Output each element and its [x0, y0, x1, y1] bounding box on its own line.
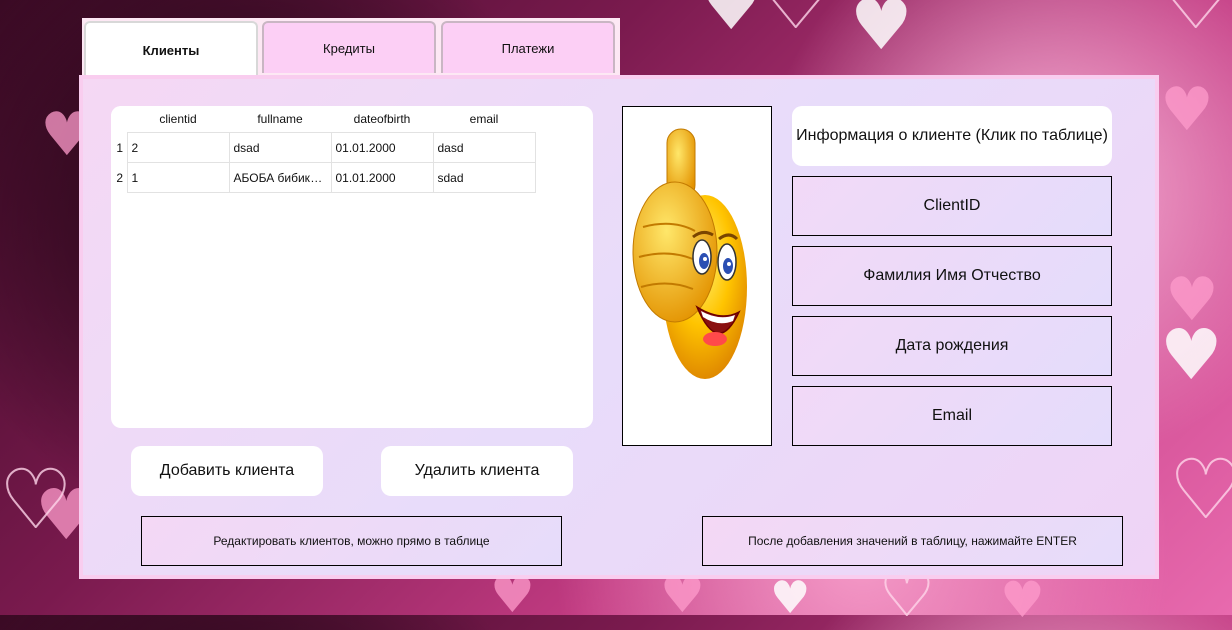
delete-client-button[interactable]: Удалить клиента — [381, 446, 573, 496]
add-client-button[interactable]: Добавить клиента — [131, 446, 323, 496]
edit-hint-label: Редактировать клиентов, можно прямо в та… — [141, 516, 562, 566]
table-cell[interactable]: dasd — [432, 132, 536, 163]
tab-credits[interactable]: Кредиты — [262, 21, 436, 73]
table-cell[interactable]: 01.01.2000 — [330, 132, 434, 163]
table-corner — [111, 106, 127, 133]
client-id-field: ClientID — [792, 176, 1112, 236]
table-cell[interactable]: 2 — [126, 132, 230, 163]
table-cell[interactable]: АБОБА бибика... — [228, 162, 332, 193]
row-number[interactable]: 1 — [111, 133, 127, 163]
heart-icon: ♥ — [700, 0, 763, 46]
heart-icon: ♥ — [1169, 443, 1232, 536]
birth-date-field: Дата рождения — [792, 316, 1112, 376]
column-header-email[interactable]: email — [433, 106, 535, 133]
heart-icon: ♥ — [770, 571, 811, 624]
table-cell[interactable]: dsad — [228, 132, 332, 163]
heart-icon: ♥ — [1000, 571, 1045, 629]
table-cell[interactable]: 1 — [126, 162, 230, 193]
table-row[interactable]: 2 1 АБОБА бибика... 01.01.2000 sdad — [111, 162, 536, 193]
enter-hint-label: После добавления значений в таблицу, наж… — [702, 516, 1123, 566]
heart-icon: ♥ — [850, 0, 913, 66]
heart-icon: ♥ — [1165, 265, 1219, 335]
column-header-dateofbirth[interactable]: dateofbirth — [331, 106, 433, 133]
table-cell[interactable]: 01.01.2000 — [330, 162, 434, 193]
full-name-field: Фамилия Имя Отчество — [792, 246, 1112, 306]
client-info-header: Информация о клиенте (Клик по таблице) — [792, 106, 1112, 166]
client-photo — [622, 106, 772, 446]
clients-panel: clientid fullname dateofbirth email 1 2 … — [79, 75, 1159, 579]
table-cell[interactable]: sdad — [432, 162, 536, 193]
heart-icon: ♥ — [1159, 0, 1232, 41]
column-header-clientid[interactable]: clientid — [127, 106, 229, 133]
heart-icon: ♥ — [759, 0, 833, 41]
table-row[interactable]: 1 2 dsad 01.01.2000 dasd — [111, 132, 536, 163]
row-number[interactable]: 2 — [111, 163, 127, 193]
email-field: Email — [792, 386, 1112, 446]
tab-clients[interactable]: Клиенты — [84, 21, 258, 77]
heart-icon: ♥ — [1160, 75, 1214, 145]
tab-bar: Клиенты Кредиты Платежи — [82, 18, 620, 77]
thumbs-up-smiley-icon — [632, 128, 747, 379]
clients-table[interactable]: clientid fullname dateofbirth email 1 2 … — [111, 106, 593, 428]
column-header-fullname[interactable]: fullname — [229, 106, 331, 133]
tab-payments[interactable]: Платежи — [441, 21, 615, 73]
heart-icon: ♥ — [0, 453, 73, 546]
